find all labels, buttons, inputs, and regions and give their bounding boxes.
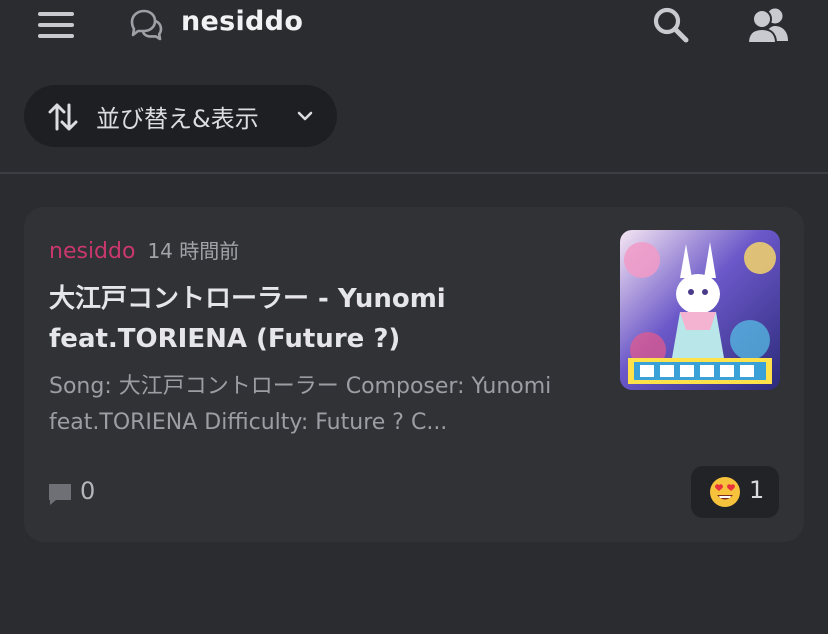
reaction-button[interactable]: 1 (691, 466, 779, 518)
heart-eyes-emoji (710, 477, 740, 507)
post-card[interactable]: nesiddo 14 時間前 大江戸コントローラー - Yunomi feat.T… (24, 207, 804, 542)
reaction-count: 1 (749, 476, 765, 504)
post-timestamp: 14 時間前 (147, 239, 240, 263)
sort-arrows-icon (48, 103, 78, 131)
hamburger-menu-icon[interactable] (38, 12, 74, 38)
page-title: nesiddo (181, 6, 304, 37)
post-author[interactable]: nesiddo (49, 239, 135, 264)
post-snippet: Song: 大江戸コントローラー Composer: Yunomi feat.T… (49, 374, 552, 435)
forum-chat-icon (130, 9, 163, 41)
album-art-thumbnail[interactable] (620, 230, 780, 390)
divider (0, 172, 828, 174)
sort-display-label: 並び替え&表示 (96, 105, 259, 133)
comment-icon (49, 484, 71, 505)
top-bar: nesiddo (0, 0, 828, 50)
sort-display-button[interactable]: 並び替え&表示 (24, 85, 337, 147)
post-meta: nesiddo 14 時間前 (49, 235, 239, 264)
search-icon[interactable] (652, 7, 692, 43)
post-title[interactable]: 大江戸コントローラー - Yunomi feat.TORIENA (Future… (49, 279, 549, 359)
members-icon[interactable] (746, 6, 790, 44)
chevron-down-icon (297, 111, 313, 121)
comment-count-label: 0 (80, 477, 96, 505)
